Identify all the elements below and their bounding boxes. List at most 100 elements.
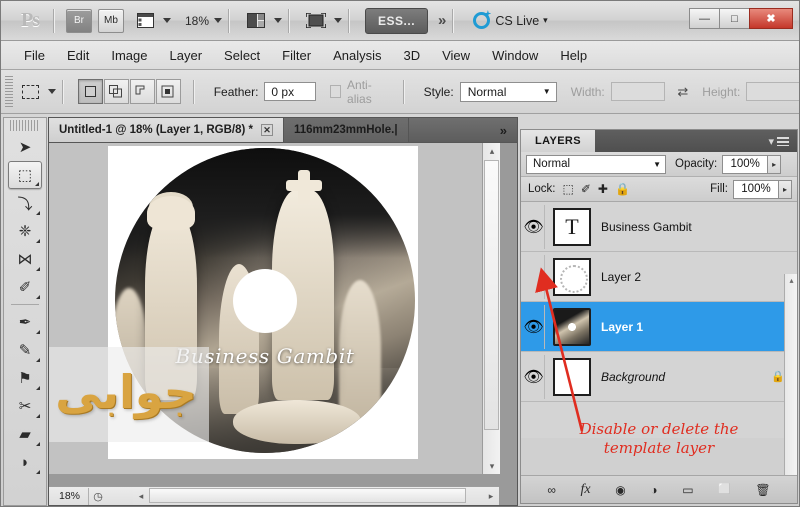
new-group-button[interactable]: ▭ — [682, 483, 693, 497]
subtract-from-selection-icon[interactable] — [129, 79, 155, 104]
eraser-tool[interactable]: ▰ — [8, 420, 42, 448]
scroll-up-icon[interactable]: ▴ — [484, 143, 500, 159]
eyedropper-tool[interactable]: ✐ — [8, 273, 42, 301]
minimize-button[interactable]: — — [689, 8, 720, 29]
panel-menu-icon[interactable]: ▾ — [768, 130, 797, 152]
table-row[interactable]: 👁 Background 🔒 — [521, 352, 797, 402]
workspace-overflow-icon[interactable]: » — [438, 12, 446, 29]
crop-tool[interactable]: ⋈ — [8, 245, 42, 273]
tools-panel-grip[interactable] — [10, 120, 40, 131]
menu-analysis[interactable]: Analysis — [322, 45, 392, 66]
menu-help[interactable]: Help — [549, 45, 598, 66]
tab-layers[interactable]: LAYERS — [521, 130, 596, 152]
layer-visibility-toggle[interactable]: 👁 — [523, 204, 545, 249]
clone-stamp-tool[interactable]: ⚑ — [8, 364, 42, 392]
scroll-up-icon[interactable]: ▴ — [785, 274, 798, 287]
view-extras-caret-icon[interactable] — [163, 18, 171, 23]
opacity-spinner-icon[interactable]: ▸ — [768, 154, 782, 174]
lasso-tool[interactable]: ⤵ — [8, 189, 42, 217]
lock-position-icon[interactable]: ✚ — [598, 182, 608, 196]
scroll-right-icon[interactable]: ▸ — [483, 488, 499, 504]
document-info-icon[interactable]: ◷ — [88, 487, 107, 505]
menu-file[interactable]: File — [13, 45, 56, 66]
scroll-down-icon[interactable]: ▾ — [484, 458, 500, 474]
new-selection-icon[interactable] — [77, 79, 103, 104]
width-input[interactable] — [610, 82, 666, 101]
fill-input[interactable]: 100% — [733, 179, 779, 199]
feather-input[interactable]: 0 px — [264, 82, 316, 101]
menu-layer[interactable]: Layer — [159, 45, 214, 66]
add-to-selection-icon[interactable] — [103, 79, 129, 104]
menu-filter[interactable]: Filter — [271, 45, 322, 66]
new-layer-button[interactable]: ⬜ — [718, 484, 730, 495]
rectangular-marquee-tool[interactable]: ⬚ — [8, 161, 42, 189]
fill-spinner-icon[interactable]: ▸ — [779, 179, 792, 199]
intersect-selection-icon[interactable] — [155, 79, 181, 104]
height-input[interactable] — [746, 82, 799, 101]
layer-thumbnail[interactable] — [553, 257, 591, 296]
anti-alias-checkbox[interactable] — [329, 85, 342, 98]
rectangular-marquee-icon[interactable] — [18, 78, 43, 106]
document-tabs-overflow-icon[interactable]: » — [490, 118, 517, 142]
layer-name[interactable]: Layer 2 — [601, 270, 641, 284]
layer-visibility-toggle[interactable]: 👁 — [523, 354, 545, 399]
zoom-level-value[interactable]: 18% — [185, 14, 209, 28]
arrange-caret-icon[interactable] — [274, 18, 283, 23]
quick-selection-tool[interactable]: ❈ — [8, 217, 42, 245]
canvas-vertical-scrollbar[interactable]: ▴ ▾ — [482, 143, 500, 474]
layer-thumbnail[interactable]: T — [553, 207, 591, 246]
lock-transparent-pixels-icon[interactable]: ⬚ — [563, 182, 574, 196]
layer-style-button[interactable]: fx — [581, 482, 591, 498]
paint-bucket-tool[interactable]: ◗ — [8, 448, 42, 476]
blend-mode-select[interactable]: Normal ▼ — [526, 154, 666, 174]
workspace-switcher-button[interactable]: ESS... — [365, 7, 429, 34]
spot-healing-brush-tool[interactable]: ✒ — [8, 308, 42, 336]
menu-image[interactable]: Image — [100, 45, 158, 66]
layer-thumbnail[interactable] — [553, 307, 591, 346]
arrange-documents-icon[interactable] — [243, 10, 269, 32]
table-row[interactable]: Layer 2 — [521, 252, 797, 302]
delete-layer-button[interactable]: 🗑 — [755, 483, 770, 497]
brush-tool[interactable]: ✎ — [8, 336, 42, 364]
document-tab-untitled-1[interactable]: Untitled-1 @ 18% (Layer 1, RGB/8) * ✕ — [49, 118, 284, 142]
table-row[interactable]: 👁 T Business Gambit — [521, 202, 797, 252]
lock-all-icon[interactable]: 🔒 — [615, 182, 630, 196]
style-select[interactable]: Normal ▼ — [459, 81, 557, 102]
add-layer-mask-button[interactable]: ◉ — [615, 483, 625, 497]
layer-visibility-toggle[interactable] — [523, 254, 545, 299]
document-zoom-value[interactable]: 18% — [49, 490, 80, 502]
launch-mini-bridge-button[interactable]: Mb — [98, 8, 124, 33]
view-extras-icon[interactable] — [132, 10, 158, 32]
link-layers-button[interactable]: ∞ — [547, 483, 556, 497]
screen-mode-caret-icon[interactable] — [334, 18, 343, 23]
table-row[interactable]: 👁 Layer 1 — [521, 302, 797, 352]
history-brush-tool[interactable]: ✂ — [8, 392, 42, 420]
layers-vertical-scrollbar[interactable]: ▴ ▾ — [784, 274, 797, 492]
horizontal-scroll-thumb[interactable] — [149, 488, 466, 503]
layer-name[interactable]: Business Gambit — [601, 220, 692, 234]
layer-name[interactable]: Layer 1 — [601, 320, 643, 334]
options-bar-grip[interactable] — [5, 75, 13, 108]
swap-width-height-icon[interactable]: ⇄ — [677, 84, 688, 100]
layer-name[interactable]: Background — [601, 370, 665, 384]
tool-preset-caret-icon[interactable] — [48, 89, 57, 94]
lock-image-pixels-icon[interactable]: ✐ — [581, 182, 591, 196]
scroll-left-icon[interactable]: ◂ — [133, 488, 149, 504]
cs-live-button[interactable]: CS Live ▾ — [473, 12, 548, 29]
vertical-scroll-thumb[interactable] — [484, 160, 499, 430]
adjustment-layer-button[interactable]: ◑ — [650, 483, 657, 497]
screen-mode-icon[interactable] — [303, 10, 329, 32]
menu-3d[interactable]: 3D — [392, 45, 431, 66]
document-tab-116mm23mmhole[interactable]: 116mm23mmHole.| — [283, 118, 409, 142]
canvas[interactable]: Business Gambit جوابی ▴ ▾ — [49, 143, 500, 474]
canvas-horizontal-scrollbar[interactable]: ◂ ▸ — [133, 486, 499, 505]
menu-edit[interactable]: Edit — [56, 45, 100, 66]
maximize-button[interactable]: □ — [719, 8, 750, 29]
menu-window[interactable]: Window — [481, 45, 549, 66]
menu-select[interactable]: Select — [213, 45, 271, 66]
close-button[interactable]: ✖ — [749, 8, 793, 29]
opacity-input[interactable]: 100% — [722, 154, 769, 174]
layer-visibility-toggle[interactable]: 👁 — [523, 304, 545, 349]
close-icon[interactable]: ✕ — [260, 124, 273, 136]
launch-bridge-button[interactable]: Br — [66, 8, 92, 33]
